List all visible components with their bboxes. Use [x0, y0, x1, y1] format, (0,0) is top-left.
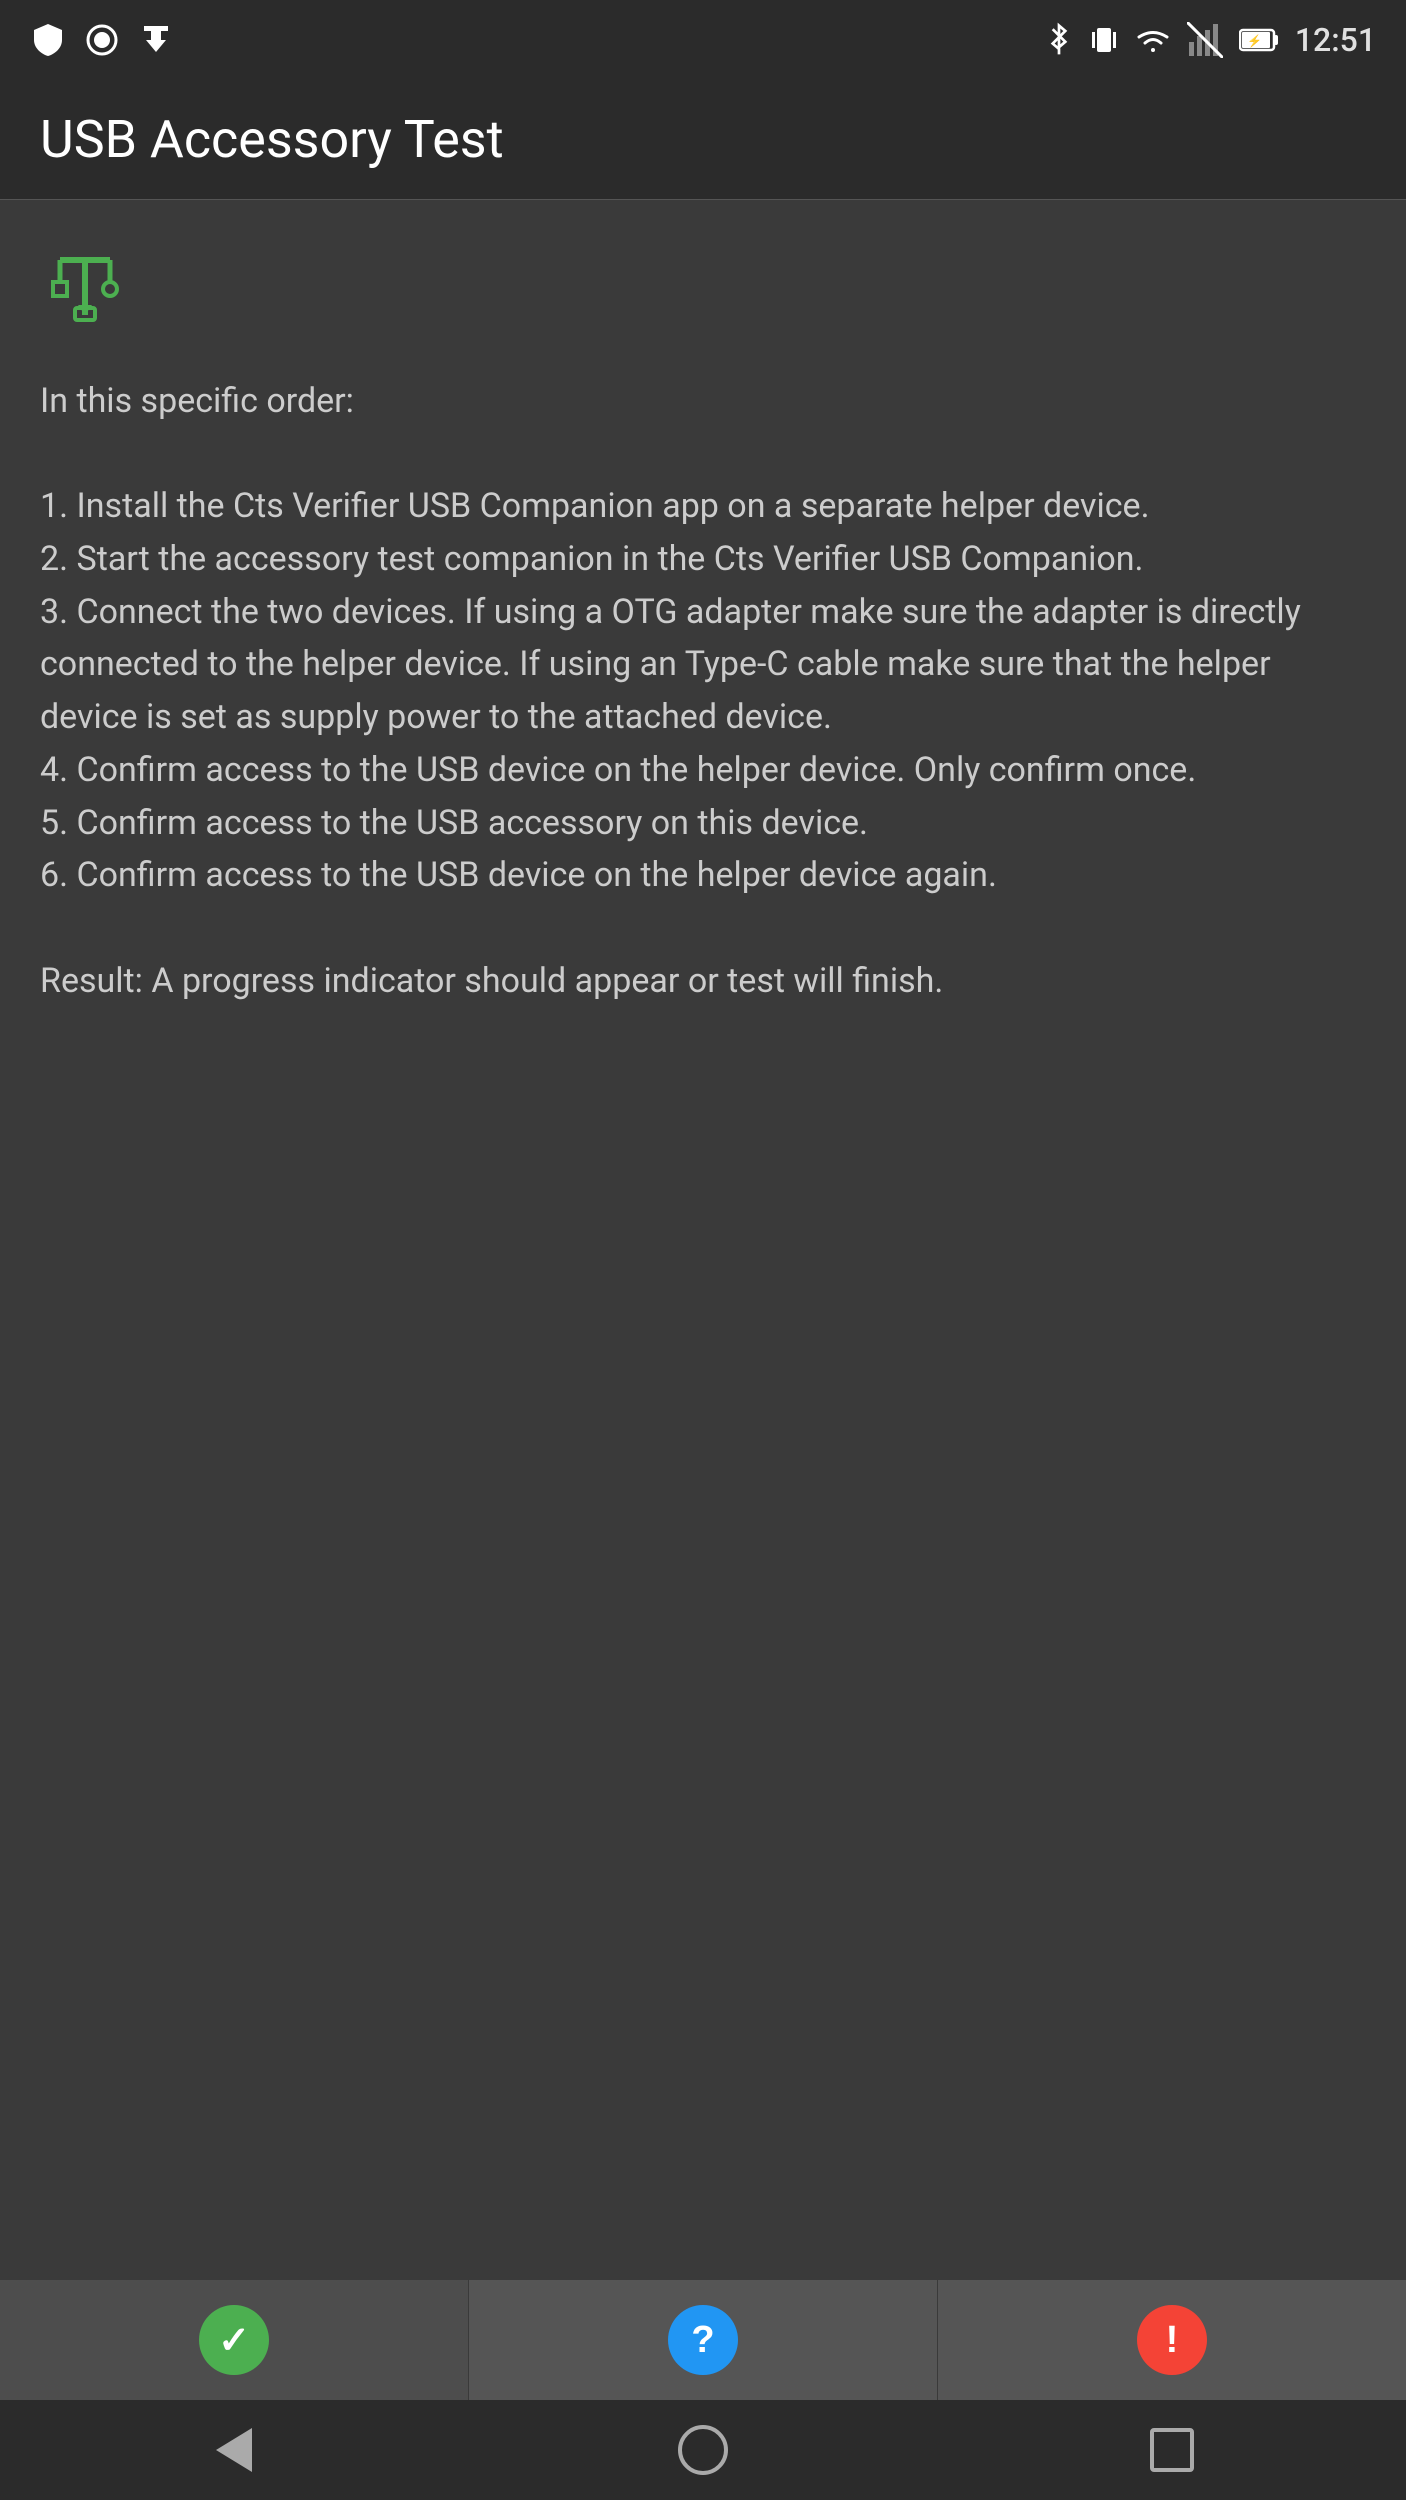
home-button[interactable] — [663, 2410, 743, 2490]
pass-button[interactable]: ✓ — [0, 2280, 469, 2400]
back-icon — [216, 2428, 252, 2472]
usb-symbol-svg — [40, 240, 130, 330]
signal-icon — [1187, 22, 1223, 58]
recents-button[interactable] — [1132, 2410, 1212, 2490]
recents-icon — [1150, 2428, 1194, 2472]
bottom-action-bar: ✓ ? ! — [0, 2280, 1406, 2400]
info-icon: ? — [668, 2305, 738, 2375]
instructions-step-4: 4. Confirm access to the USB device on t… — [40, 750, 1196, 790]
instructions-step-3: 3. Connect the two devices. If using a O… — [40, 592, 1301, 737]
app-bar: USB Accessory Test — [0, 80, 1406, 200]
record-icon — [84, 22, 120, 58]
status-bar: ⚡ 12:51 — [0, 0, 1406, 80]
fail-icon: ! — [1137, 2305, 1207, 2375]
bluetooth-icon — [1045, 22, 1073, 58]
usb-icon-container — [40, 240, 1366, 345]
instructions-text: In this specific order: 1. Install the C… — [40, 375, 1366, 2280]
instructions-step-1: 1. Install the Cts Verifier USB Companio… — [40, 486, 1150, 526]
pass-checkmark: ✓ — [218, 2318, 250, 2363]
shield-icon — [30, 22, 66, 58]
status-time: 12:51 — [1295, 21, 1376, 59]
battery-icon: ⚡ — [1239, 26, 1279, 54]
nav-bar — [0, 2400, 1406, 2500]
pass-icon: ✓ — [199, 2305, 269, 2375]
fail-button[interactable]: ! — [938, 2280, 1406, 2400]
status-bar-right: ⚡ 12:51 — [1045, 21, 1376, 59]
back-button[interactable] — [194, 2410, 274, 2490]
usb-icon — [40, 250, 130, 350]
instructions-step-5: 5. Confirm access to the USB accessory o… — [40, 803, 868, 843]
fail-exclamation: ! — [1166, 2319, 1179, 2362]
info-question: ? — [691, 2319, 714, 2362]
status-bar-left — [30, 22, 174, 58]
home-icon — [678, 2425, 728, 2475]
instructions-step-2: 2. Start the accessory test companion in… — [40, 539, 1144, 579]
instructions-intro: In this specific order: — [40, 381, 354, 421]
download-icon — [138, 22, 174, 58]
svg-text:⚡: ⚡ — [1247, 34, 1262, 48]
content-area: In this specific order: 1. Install the C… — [0, 200, 1406, 2280]
wifi-icon — [1135, 22, 1171, 58]
instructions-step-6: 6. Confirm access to the USB device on t… — [40, 855, 997, 895]
instructions-result: Result: A progress indicator should appe… — [40, 961, 943, 1001]
page-title: USB Accessory Test — [40, 109, 504, 170]
vibrate-icon — [1089, 22, 1119, 58]
info-button[interactable]: ? — [469, 2280, 938, 2400]
